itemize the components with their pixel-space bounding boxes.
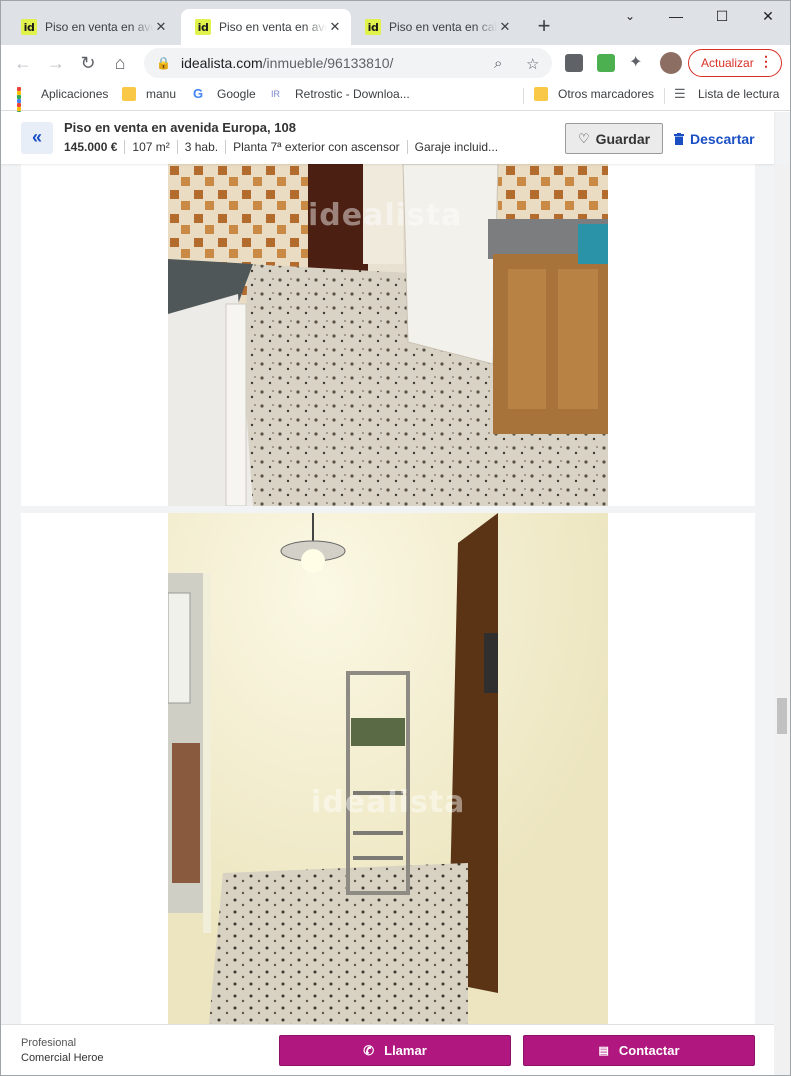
idealista-favicon-icon: id [21,19,37,35]
discard-button[interactable]: Descartar [674,123,755,154]
google-icon: G [193,86,204,101]
bookmark-label: Otros marcadores [558,87,655,101]
reading-list-icon: ☰ [674,86,686,101]
tab-2-active[interactable]: id Piso en venta en avenida Europa, 108 … [181,9,351,45]
floor: Planta 7ª exterior con ascensor [225,140,407,154]
call-button[interactable]: ✆ Llamar [279,1035,511,1066]
folder-icon [534,87,548,101]
trash-icon [674,132,684,145]
url-text: idealista.com/inmueble/96133810/ [180,55,394,71]
menu-dots-icon[interactable]: ⋮ [759,53,773,70]
tab-3[interactable]: id Piso en venta en calle ✕ [351,9,521,45]
browser-window: id Piso en venta en avenida Europa, 108 … [0,0,791,1076]
listing-facts: 145.000 € 107 m² 3 hab. Planta 7ª exteri… [64,140,505,154]
bookmark-manu[interactable]: manu [122,87,176,101]
retrostic-icon: IR [271,89,280,99]
bookmark-label: Retrostic - Downloa... [295,87,410,101]
tab-title: Piso en venta en calle [389,20,497,34]
update-label: Actualizar [701,56,754,70]
save-button[interactable]: ♡ Guardar [565,123,663,154]
bookmark-retrostic[interactable]: IR Retrostic - Downloa... [271,87,410,101]
folder-icon [122,87,136,101]
reload-icon[interactable]: ↻ [74,49,102,77]
bookmark-star-icon[interactable]: ☆ [526,55,539,73]
listing-photo-hallway[interactable]: idealista [168,513,608,1033]
save-label: Guardar [595,130,651,147]
bookmark-other[interactable]: Otros marcadores [534,87,654,101]
bookmarks-divider [664,88,665,104]
idealista-favicon-icon: id [365,19,381,35]
heart-icon: ♡ [577,130,590,146]
photo-card: idealista [21,513,755,1033]
browser-toolbar: ← → ↻ ⌂ 🔒 idealista.com/inmueble/9613381… [1,45,790,81]
watermark: idealista [311,785,466,820]
bookmarks-bar: Aplicaciones manu G Google IR Retrostic … [1,81,790,123]
bookmark-label: manu [146,87,177,101]
zoom-icon[interactable]: ⌕ [494,55,502,72]
tab-1[interactable]: id Piso en venta en avenida Europa, 108 … [7,9,177,45]
extension-counter-icon[interactable] [565,54,583,72]
new-tab-button[interactable]: + [532,14,556,38]
agency-name: Comercial Heroe [21,1052,104,1064]
apps-grid-icon [17,87,31,123]
contact-label: Contactar [618,1043,680,1058]
tab-title: Piso en venta en avenida Europa, 108 [45,20,153,34]
bookmark-reading-list[interactable]: ☰ Lista de lectura [674,86,780,102]
garage: Garaje incluid... [406,140,505,154]
discard-label: Descartar [690,130,755,147]
extension-green-icon[interactable] [597,54,615,72]
area: 107 m² [124,140,176,154]
forward-arrow-icon[interactable]: → [42,49,70,77]
update-button[interactable]: Actualizar ⋮ [688,49,782,77]
maximize-button[interactable]: ☐ [699,5,745,27]
bookmark-label: Lista de lectura [698,87,780,101]
listing-photo-kitchen[interactable]: idealista [168,164,608,506]
bookmark-apps[interactable]: Aplicaciones [17,87,109,123]
home-icon[interactable]: ⌂ [106,49,134,77]
bookmark-label: Aplicaciones [41,87,109,101]
watermark: idealista [308,198,463,233]
listing-sticky-header: « Piso en venta en avenida Europa, 108 1… [1,112,774,164]
page-content: « Piso en venta en avenida Europa, 108 1… [1,112,790,1075]
agency-type: Profesional [21,1037,77,1049]
page-scrollbar[interactable] [774,164,790,1075]
tab-close-icon[interactable]: ✕ [327,19,343,35]
chat-icon: ▤ [598,1045,609,1057]
tab-close-icon[interactable]: ✕ [497,19,513,35]
bookmarks-divider [523,88,524,104]
phone-icon: ✆ [363,1042,375,1058]
tab-strip: id Piso en venta en avenida Europa, 108 … [1,1,790,45]
scrollbar-thumb[interactable] [777,698,787,734]
tab-title: Piso en venta en avenida Europa, 108 [219,20,327,34]
address-bar[interactable]: 🔒 idealista.com/inmueble/96133810/ ⌕ ☆ [144,48,552,78]
lock-icon: 🔒 [156,56,171,70]
photo-card: idealista [21,164,755,506]
back-chevrons-icon[interactable]: « [21,122,53,154]
rooms: 3 hab. [176,140,225,154]
back-arrow-icon[interactable]: ← [9,49,37,77]
bookmark-google[interactable]: G Google [193,86,256,102]
idealista-favicon-icon: id [195,19,211,35]
extensions-puzzle-icon[interactable]: ✦ [629,54,647,72]
price: 145.000 € [64,140,118,154]
minimize-button[interactable]: — [653,5,699,27]
hallway-photo-image [168,513,608,1033]
contact-bar: Profesional Comercial Heroe ✆ Llamar ▤ C… [1,1024,774,1075]
contact-button[interactable]: ▤ Contactar [523,1035,755,1066]
profile-avatar[interactable] [660,52,682,74]
tab-search-chevron-icon[interactable]: ⌄ [607,5,653,27]
call-label: Llamar [384,1043,427,1058]
bookmark-label: Google [217,87,256,101]
tab-close-icon[interactable]: ✕ [153,19,169,35]
listing-title: Piso en venta en avenida Europa, 108 [64,120,296,135]
close-window-button[interactable]: ✕ [745,5,790,27]
